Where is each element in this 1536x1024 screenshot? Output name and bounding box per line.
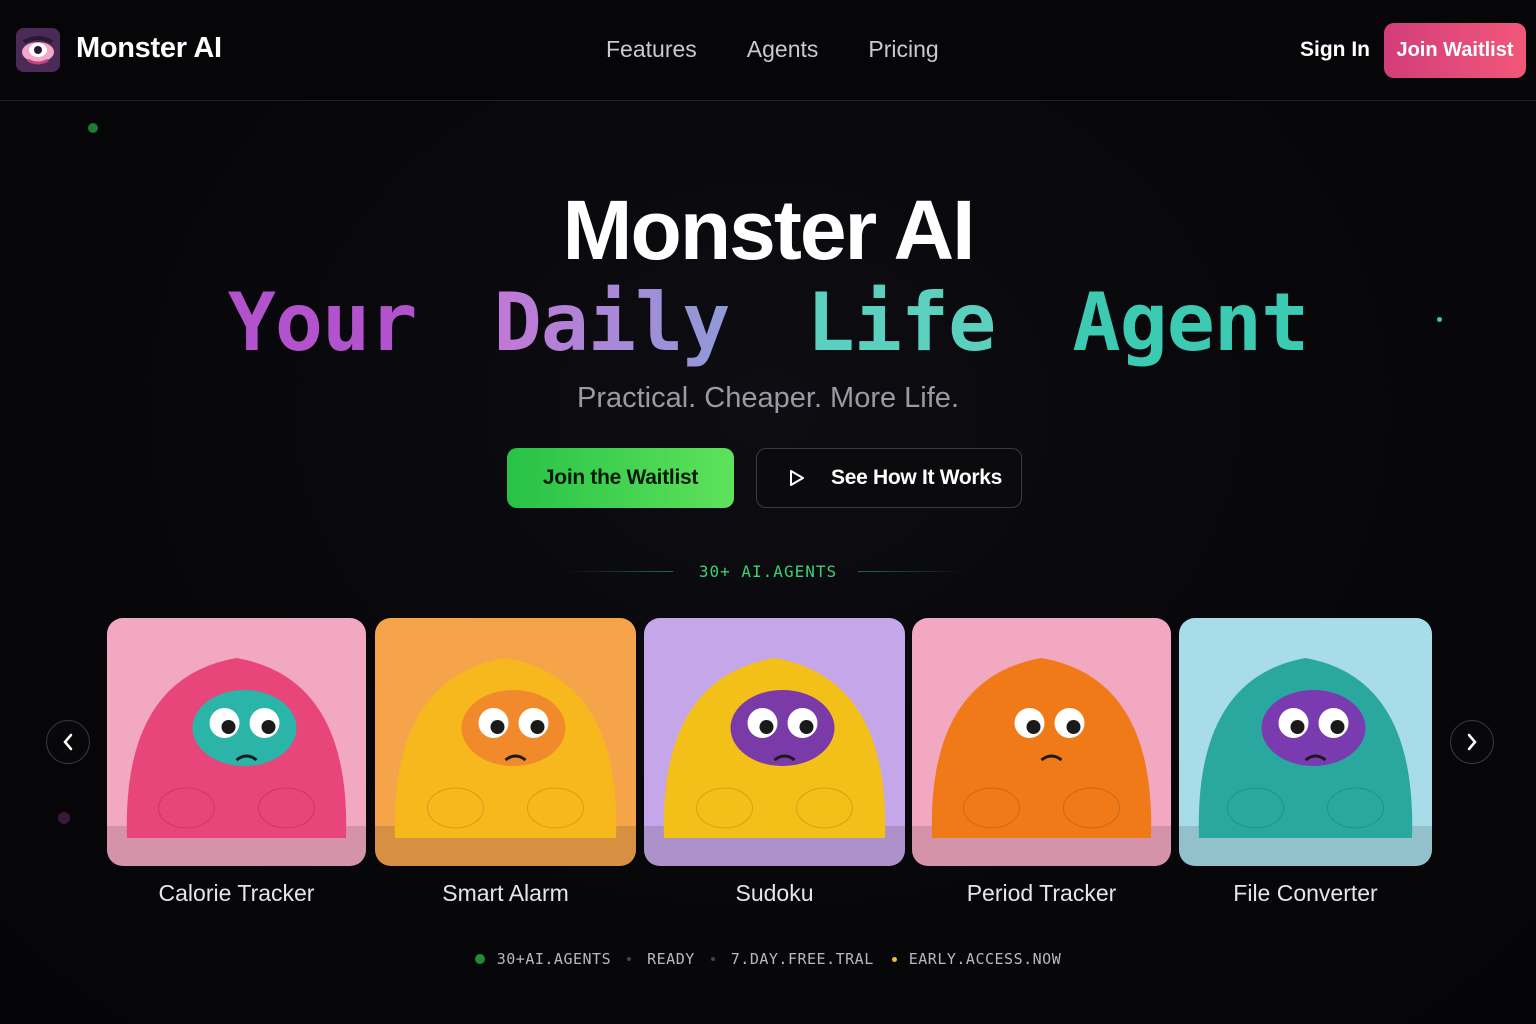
carousel-next-button[interactable] <box>1450 720 1494 764</box>
monster-illustration <box>912 658 1171 866</box>
subtitle-word-your: Your <box>227 276 418 369</box>
status-bar: 30+AI.AGENTS READY 7.DAY.FREE.TRAL EARLY… <box>0 950 1536 968</box>
nav-link-features[interactable]: Features <box>606 36 697 63</box>
agent-card-label: File Converter <box>1233 880 1378 906</box>
status-separator <box>627 957 632 961</box>
agent-card-label: Sudoku <box>735 880 814 906</box>
monster-illustration <box>375 658 636 866</box>
subtitle-word-daily: Daily <box>493 276 731 369</box>
hero-title: Monster AI <box>562 183 976 277</box>
status-dot-yellow <box>891 956 897 962</box>
nav-link-pricing[interactable]: Pricing <box>868 36 938 63</box>
tagline: Practical. Cheaper. More Life. <box>576 382 959 414</box>
status-dot-green <box>474 954 485 964</box>
nav-links: Features Agents Pricing <box>606 36 939 63</box>
see-how-it-works-label: See How It Works <box>831 466 1003 489</box>
agent-card-file-converter[interactable] <box>1179 618 1432 866</box>
status-separator <box>710 957 715 961</box>
decor-dot <box>58 812 70 824</box>
brand-name[interactable]: Monster AI <box>76 32 222 65</box>
hero-subtitle: Your Daily Life Agent <box>0 276 1536 369</box>
monster-illustration <box>107 658 366 866</box>
monster-illustration <box>1179 658 1432 866</box>
agent-card-label: Calorie Tracker <box>158 880 315 906</box>
monster-illustration <box>644 658 905 866</box>
agent-card-smart-alarm[interactable] <box>375 618 636 866</box>
status-early-access: EARLY.ACCESS.NOW <box>908 950 1062 968</box>
see-how-it-works-button[interactable]: See How It Works <box>756 448 1022 508</box>
chevron-left-icon <box>63 733 73 751</box>
agent-card-calorie-tracker[interactable] <box>107 618 366 866</box>
subtitle-word-life: Life <box>806 276 997 369</box>
status-agents: 30+AI.AGENTS <box>496 950 612 968</box>
join-the-waitlist-button[interactable]: Join the Waitlist <box>507 448 734 508</box>
agent-card-label: Smart Alarm <box>442 880 569 906</box>
sign-in-link[interactable]: Sign In <box>1300 38 1370 62</box>
top-nav: Monster AI Features Agents Pricing Sign … <box>0 0 1536 101</box>
play-icon <box>790 470 804 486</box>
carousel-prev-button[interactable] <box>46 720 90 764</box>
join-waitlist-button[interactable]: Join Waitlist <box>1384 23 1526 78</box>
agent-card-label: Period Tracker <box>966 880 1117 906</box>
nav-link-agents[interactable]: Agents <box>747 36 819 63</box>
status-free-trial: 7.DAY.FREE.TRAL <box>730 950 874 968</box>
agent-card-sudoku[interactable] <box>644 618 905 866</box>
status-ready: READY <box>647 950 695 968</box>
subtitle-word-agent: Agent <box>1072 276 1309 369</box>
agents-count-label: 30+ AI.AGENTS <box>698 562 838 581</box>
agent-card-period-tracker[interactable] <box>912 618 1171 866</box>
divider-right <box>858 571 966 572</box>
decor-dot <box>88 123 98 133</box>
chevron-right-icon <box>1467 733 1477 751</box>
monster-logo-icon[interactable] <box>16 28 60 72</box>
